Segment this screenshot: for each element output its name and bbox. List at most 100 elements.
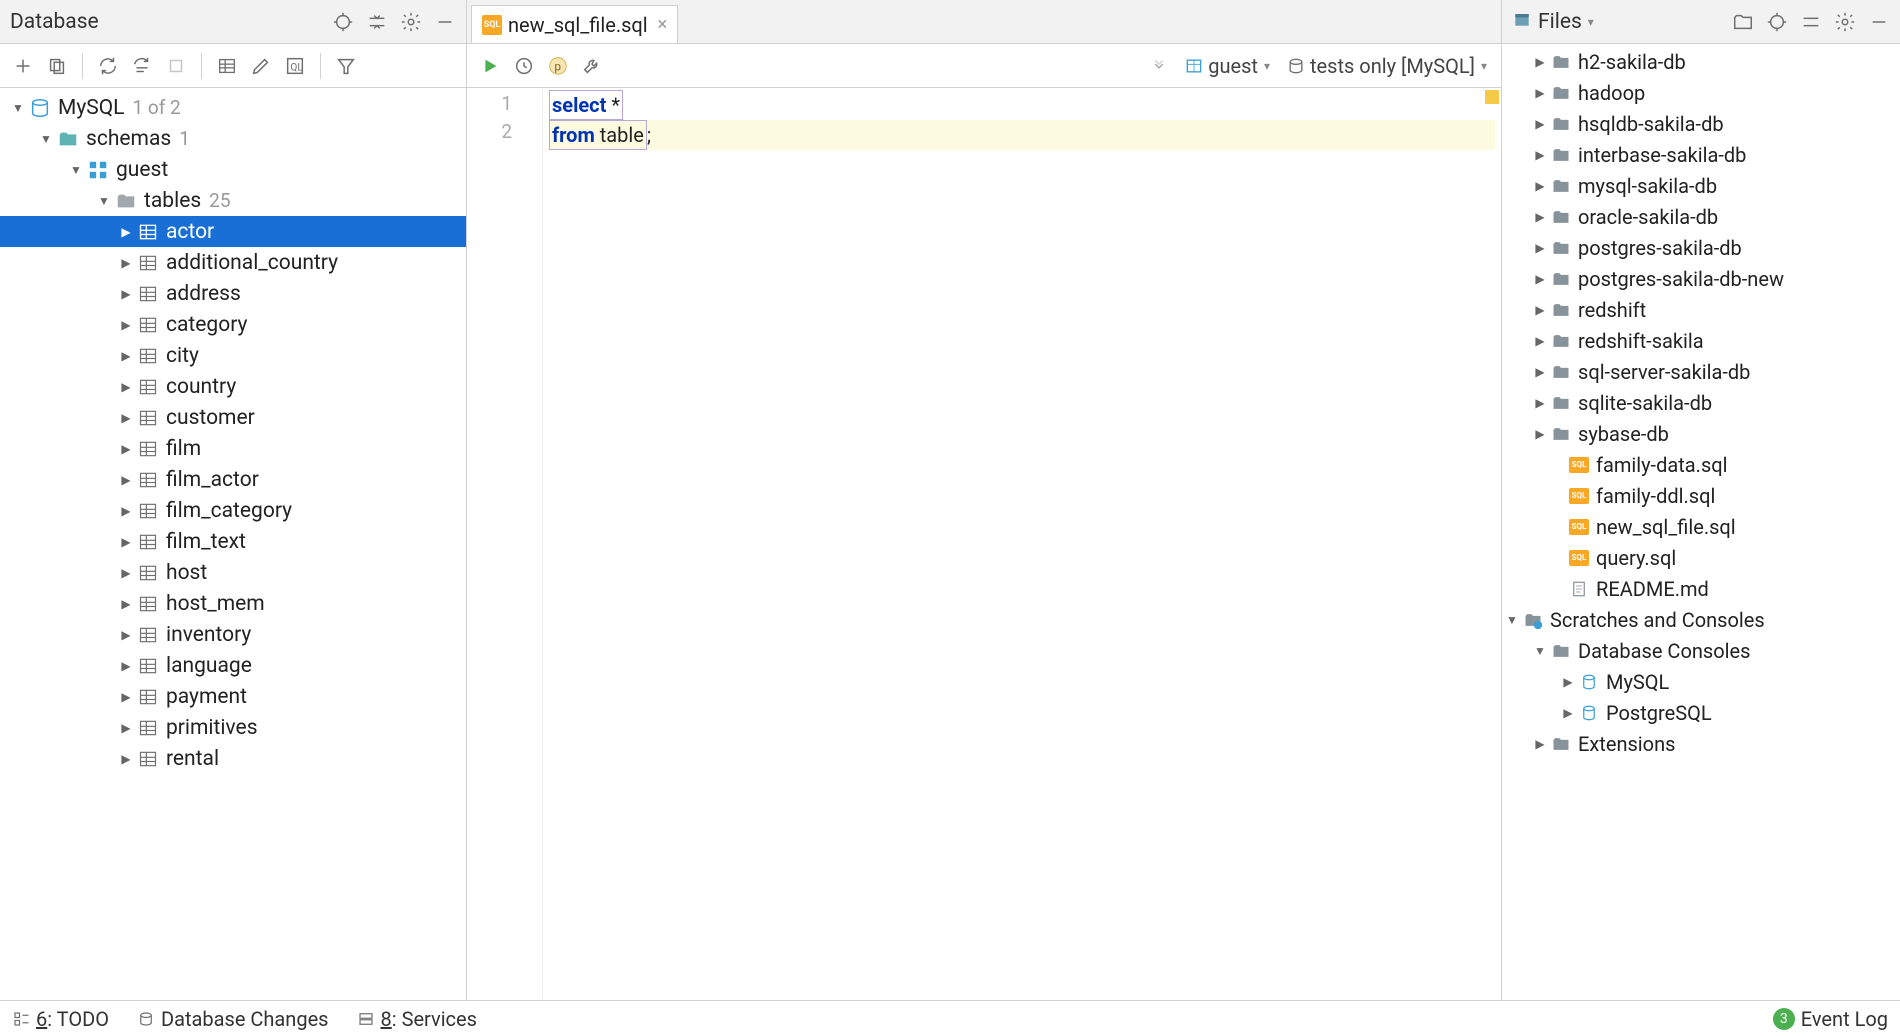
- minimize-icon[interactable]: [1864, 7, 1894, 37]
- folder-sybase-db[interactable]: ▶ sybase-db: [1502, 418, 1900, 449]
- sync-icon[interactable]: [127, 51, 157, 81]
- expand-arrow-icon[interactable]: ▶: [1532, 86, 1548, 100]
- wrench-icon[interactable]: [577, 51, 607, 81]
- playground-icon[interactable]: p: [543, 51, 573, 81]
- folder-sqlite-sakila-db[interactable]: ▶ sqlite-sakila-db: [1502, 387, 1900, 418]
- expand-arrow-icon[interactable]: ▶: [118, 628, 134, 642]
- console-PostgreSQL[interactable]: ▶ PostgreSQL: [1502, 697, 1900, 728]
- expand-arrow-icon[interactable]: ▼: [1532, 644, 1548, 658]
- table-node-host[interactable]: ▶ host: [0, 557, 466, 588]
- expand-arrow-icon[interactable]: ▶: [1560, 675, 1576, 689]
- expand-arrow-icon[interactable]: ▶: [1532, 117, 1548, 131]
- table-node-address[interactable]: ▶ address: [0, 278, 466, 309]
- expand-arrow-icon[interactable]: ▶: [118, 380, 134, 394]
- locate-icon[interactable]: [328, 7, 358, 37]
- expand-arrow-icon[interactable]: ▶: [118, 504, 134, 518]
- warning-marker[interactable]: [1485, 90, 1499, 104]
- folder-postgres-sakila-db[interactable]: ▶ postgres-sakila-db: [1502, 232, 1900, 263]
- folder-postgres-sakila-db-new[interactable]: ▶ postgres-sakila-db-new: [1502, 263, 1900, 294]
- expand-arrow-icon[interactable]: ▶: [118, 721, 134, 735]
- expand-arrow-icon[interactable]: ▶: [118, 442, 134, 456]
- expand-arrow-icon[interactable]: ▼: [96, 194, 112, 208]
- expand-arrow-icon[interactable]: ▶: [118, 256, 134, 270]
- table-node-language[interactable]: ▶ language: [0, 650, 466, 681]
- expand-arrow-icon[interactable]: ▶: [1532, 365, 1548, 379]
- run-icon[interactable]: [475, 51, 505, 81]
- expand-arrow-icon[interactable]: ▶: [118, 659, 134, 673]
- database-tree[interactable]: ▼ MySQL 1 of 2▼ schemas 1▼ guest ▼ table…: [0, 88, 466, 1000]
- chevron-down-icon[interactable]: ▾: [1588, 15, 1594, 29]
- table-node-actor[interactable]: ▶ actor: [0, 216, 466, 247]
- editor-tab[interactable]: SQL new_sql_file.sql ×: [471, 5, 678, 43]
- expand-arrow-icon[interactable]: ▶: [118, 473, 134, 487]
- schemas-node[interactable]: ▼ schemas 1: [0, 123, 466, 154]
- table-node-inventory[interactable]: ▶ inventory: [0, 619, 466, 650]
- stop-icon[interactable]: [161, 51, 191, 81]
- schema-selector[interactable]: guest ▾: [1178, 52, 1276, 80]
- history-icon[interactable]: [509, 51, 539, 81]
- datasource-selector[interactable]: tests only [MySQL] ▾: [1280, 52, 1493, 80]
- expand-arrow-icon[interactable]: ▶: [1532, 179, 1548, 193]
- table-node-film_actor[interactable]: ▶ film_actor: [0, 464, 466, 495]
- more-icon[interactable]: [1144, 51, 1174, 81]
- expand-arrow-icon[interactable]: ▶: [1532, 334, 1548, 348]
- files-tree[interactable]: ▶ h2-sakila-db▶ hadoop▶ hsqldb-sakila-db…: [1502, 44, 1900, 1000]
- minimize-icon[interactable]: [430, 7, 460, 37]
- schema-node-guest[interactable]: ▼ guest: [0, 154, 466, 185]
- expand-arrow-icon[interactable]: ▶: [1532, 55, 1548, 69]
- table-node-primitives[interactable]: ▶ primitives: [0, 712, 466, 743]
- services-tool[interactable]: 8: Services: [357, 1007, 477, 1031]
- expand-arrow-icon[interactable]: ▶: [1532, 427, 1548, 441]
- expand-arrow-icon[interactable]: ▶: [118, 535, 134, 549]
- jump-to-query-icon[interactable]: QL: [280, 51, 310, 81]
- database-changes-tool[interactable]: Database Changes: [137, 1007, 329, 1031]
- folder-h2-sakila-db[interactable]: ▶ h2-sakila-db: [1502, 46, 1900, 77]
- table-node-customer[interactable]: ▶ customer: [0, 402, 466, 433]
- folder-interbase-sakila-db[interactable]: ▶ interbase-sakila-db: [1502, 139, 1900, 170]
- expand-arrow-icon[interactable]: ▶: [1532, 737, 1548, 751]
- expand-arrow-icon[interactable]: ▼: [1504, 613, 1520, 627]
- folder-redshift-sakila[interactable]: ▶ redshift-sakila: [1502, 325, 1900, 356]
- extensions-node[interactable]: ▶ Extensions: [1502, 728, 1900, 759]
- table-node-payment[interactable]: ▶ payment: [0, 681, 466, 712]
- refresh-icon[interactable]: [93, 51, 123, 81]
- expand-arrow-icon[interactable]: ▶: [118, 411, 134, 425]
- duplicate-icon[interactable]: [42, 51, 72, 81]
- edit-icon[interactable]: [246, 51, 276, 81]
- file-query.sql[interactable]: SQL query.sql: [1502, 542, 1900, 573]
- collapse-icon[interactable]: [1796, 7, 1826, 37]
- locate-icon[interactable]: [1762, 7, 1792, 37]
- close-tab-icon[interactable]: ×: [658, 14, 668, 35]
- folder-mysql-sakila-db[interactable]: ▶ mysql-sakila-db: [1502, 170, 1900, 201]
- expand-arrow-icon[interactable]: ▶: [118, 349, 134, 363]
- table-node-country[interactable]: ▶ country: [0, 371, 466, 402]
- expand-arrow-icon[interactable]: ▶: [1532, 148, 1548, 162]
- event-log-tool[interactable]: 3 Event Log: [1773, 1007, 1888, 1031]
- table-node-film[interactable]: ▶ film: [0, 433, 466, 464]
- settings-icon[interactable]: [1830, 7, 1860, 37]
- folder-oracle-sakila-db[interactable]: ▶ oracle-sakila-db: [1502, 201, 1900, 232]
- expand-arrow-icon[interactable]: ▼: [10, 101, 26, 115]
- table-node-rental[interactable]: ▶ rental: [0, 743, 466, 774]
- todo-tool[interactable]: 6: TODO: [12, 1007, 109, 1031]
- expand-arrow-icon[interactable]: ▶: [1532, 303, 1548, 317]
- expand-arrow-icon[interactable]: ▶: [118, 287, 134, 301]
- expand-arrow-icon[interactable]: ▶: [1532, 396, 1548, 410]
- file-README.md[interactable]: README.md: [1502, 573, 1900, 604]
- collapse-icon[interactable]: [362, 7, 392, 37]
- expand-arrow-icon[interactable]: ▶: [1532, 210, 1548, 224]
- table-node-additional_country[interactable]: ▶ additional_country: [0, 247, 466, 278]
- file-family-ddl.sql[interactable]: SQL family-ddl.sql: [1502, 480, 1900, 511]
- expand-arrow-icon[interactable]: ▶: [118, 597, 134, 611]
- open-folder-icon[interactable]: [1728, 7, 1758, 37]
- expand-arrow-icon[interactable]: ▼: [68, 163, 84, 177]
- table-node-film_category[interactable]: ▶ film_category: [0, 495, 466, 526]
- folder-sql-server-sakila-db[interactable]: ▶ sql-server-sakila-db: [1502, 356, 1900, 387]
- code-area[interactable]: select * from table;: [543, 88, 1501, 1000]
- settings-icon[interactable]: [396, 7, 426, 37]
- expand-arrow-icon[interactable]: ▶: [118, 566, 134, 580]
- expand-arrow-icon[interactable]: ▶: [118, 318, 134, 332]
- tables-node[interactable]: ▼ tables 25: [0, 185, 466, 216]
- table-node-category[interactable]: ▶ category: [0, 309, 466, 340]
- folder-hadoop[interactable]: ▶ hadoop: [1502, 77, 1900, 108]
